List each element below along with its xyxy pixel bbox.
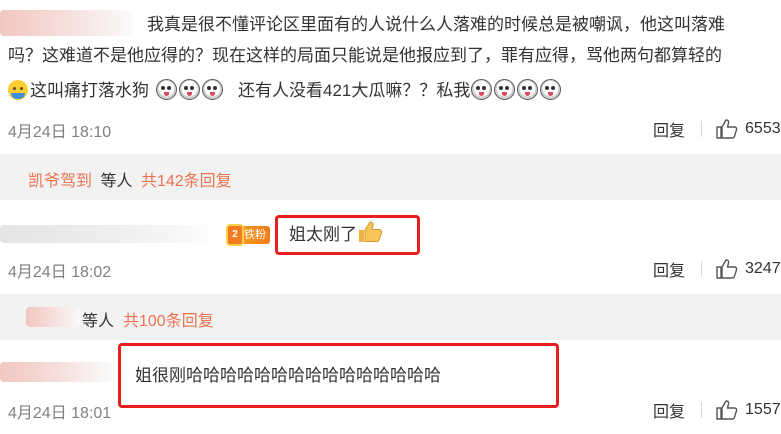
reply-thread-name[interactable]: 凯爷驾到: [28, 173, 92, 190]
like-count: 1557: [745, 401, 781, 418]
like-icon[interactable]: [716, 259, 738, 279]
reply-thread-etc: 等人: [100, 173, 133, 190]
blurred-username: [0, 225, 218, 243]
reply-thread-etc: 等人: [82, 313, 115, 330]
divider: [701, 121, 703, 137]
fan-badge-label: 铁粉: [244, 229, 266, 241]
blurred-reply-username: [26, 307, 80, 327]
sunglasses-face-emoji-icon: [179, 79, 200, 100]
comment-timestamp: 4月24日 18:01: [8, 405, 112, 422]
divider: [701, 402, 703, 418]
reply-thread-link[interactable]: 等人 共100条回复: [0, 294, 781, 340]
comment-line: 吗？这难道不是他应得的？现在这样的局面只能说是他报应到了，罪有应得，骂他两句都算…: [8, 46, 722, 65]
sunglasses-face-emoji-icon: [517, 79, 539, 100]
comment-timestamp: 4月24日 18:10: [8, 124, 112, 141]
blurred-username: [0, 10, 132, 36]
comment-line: 姐很刚哈哈哈哈哈哈哈哈哈哈哈哈哈哈哈: [135, 366, 441, 385]
reply-button[interactable]: 回复: [653, 257, 685, 281]
like-count: 6553: [745, 120, 781, 137]
sunglasses-face-emoji-icon: [202, 79, 223, 100]
fan-badge-icon: 2: [226, 224, 244, 246]
comment-text: 姐太刚了: [289, 219, 383, 250]
thumbs-up-emoji-icon: [359, 221, 383, 242]
comment-actions: 回复 1557: [653, 398, 781, 422]
comment-line: 还有人没看421大瓜嘛？？私我: [238, 81, 471, 100]
sunglasses-face-emoji-icon: [156, 79, 177, 100]
like-count: 3247: [745, 260, 781, 277]
reply-button[interactable]: 回复: [653, 398, 685, 422]
like-icon[interactable]: [716, 119, 738, 139]
sunglasses-face-emoji-icon: [471, 79, 493, 100]
comment-text: 吗？这难道不是他应得的？现在这样的局面只能说是他报应到了，罪有应得，骂他两句都算…: [8, 40, 722, 71]
sunglasses-face-emoji-icon: [540, 79, 562, 100]
comment-text: 我真是很不懂评论区里面有的人说什么人落难的时候总是被嘲讽，他这叫落难: [147, 9, 725, 40]
comment-text: 姐很刚哈哈哈哈哈哈哈哈哈哈哈哈哈哈哈: [135, 360, 441, 391]
reply-thread-count[interactable]: 共100条回复: [123, 307, 214, 331]
like-icon[interactable]: [716, 400, 738, 420]
comment-line: 姐太刚了: [289, 225, 357, 244]
comment-line: 这叫痛打落水狗: [30, 81, 149, 100]
reply-thread-count[interactable]: 共142条回复: [141, 173, 232, 190]
comment-actions: 回复 6553: [653, 117, 781, 141]
comment-text: 这叫痛打落水狗 还有人没看421大瓜嘛？？私我: [8, 75, 562, 106]
comment-actions: 回复 3247: [653, 257, 781, 281]
reply-thread-link[interactable]: 凯爷驾到 等人 共142条回复: [0, 154, 781, 200]
fan-badge: 2 铁粉: [226, 224, 270, 246]
comment-timestamp: 4月24日 18:02: [8, 264, 112, 281]
sunglasses-face-emoji-icon: [494, 79, 516, 100]
emoji-icon: [8, 80, 28, 100]
comment-line: 我真是很不懂评论区里面有的人说什么人落难的时候总是被嘲讽，他这叫落难: [147, 15, 725, 34]
divider: [701, 261, 703, 277]
blurred-username: [0, 362, 112, 382]
reply-button[interactable]: 回复: [653, 117, 685, 141]
